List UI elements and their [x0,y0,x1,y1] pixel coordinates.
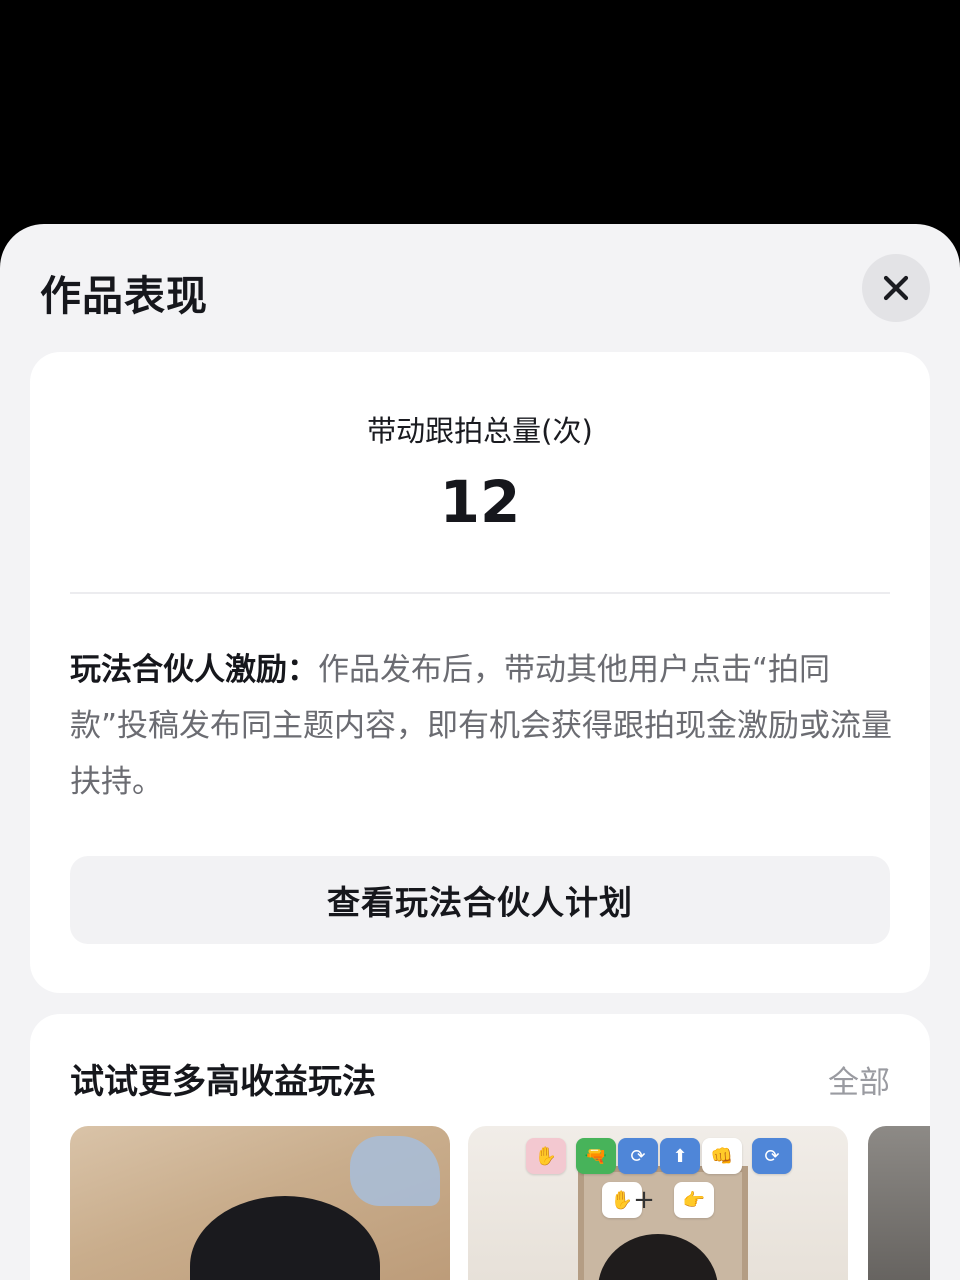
thumbnail-image-detail [190,1196,380,1280]
gesture-tile: 👉 [674,1182,714,1218]
close-icon [883,275,909,301]
thumbnail-image-detail [350,1136,440,1206]
metric-label: 带动跟拍总量(次) [367,414,593,448]
section-title: 试试更多高收益玩法 [70,1062,376,1102]
gesture-tile: ⟳ [752,1138,792,1174]
divider [70,592,890,594]
plus-sign: + [633,1185,655,1215]
incentive-description: 玩法合伙人激励：作品发布后，带动其他用户点击“拍同款”投稿发布同主题内容，即有机… [70,642,894,810]
gesture-tile: ✋ [526,1138,566,1174]
more-gameplay-card: 试试更多高收益玩法 全部 ✋ 🔫 ⟳ ⬆ 👊 ⟳ ✋ + 👉 [30,1014,930,1280]
gesture-tile: 👊 [702,1138,742,1174]
metric-value: 12 [439,468,521,536]
gameplay-thumbnail[interactable] [868,1126,930,1280]
gesture-tile: ⟳ [618,1138,658,1174]
bottom-sheet: 作品表现 带动跟拍总量(次) 12 玩法合伙人激励：作品发布后，带动其他用户点击… [0,224,960,1280]
gameplay-thumbnail[interactable] [70,1126,450,1280]
incentive-heading: 玩法合伙人激励： [70,652,318,688]
gesture-tile: ⬆ [660,1138,700,1174]
view-all-link[interactable]: 全部 [828,1057,890,1102]
view-partner-plan-button[interactable]: 查看玩法合伙人计划 [70,856,890,944]
gesture-tile: 🔫 [576,1138,616,1174]
performance-card: 带动跟拍总量(次) 12 玩法合伙人激励：作品发布后，带动其他用户点击“拍同款”… [30,352,930,993]
sheet-title: 作品表现 [40,272,208,320]
gameplay-thumbnail[interactable]: ✋ 🔫 ⟳ ⬆ 👊 ⟳ ✋ + 👉 [468,1126,848,1280]
close-button[interactable] [862,254,930,322]
